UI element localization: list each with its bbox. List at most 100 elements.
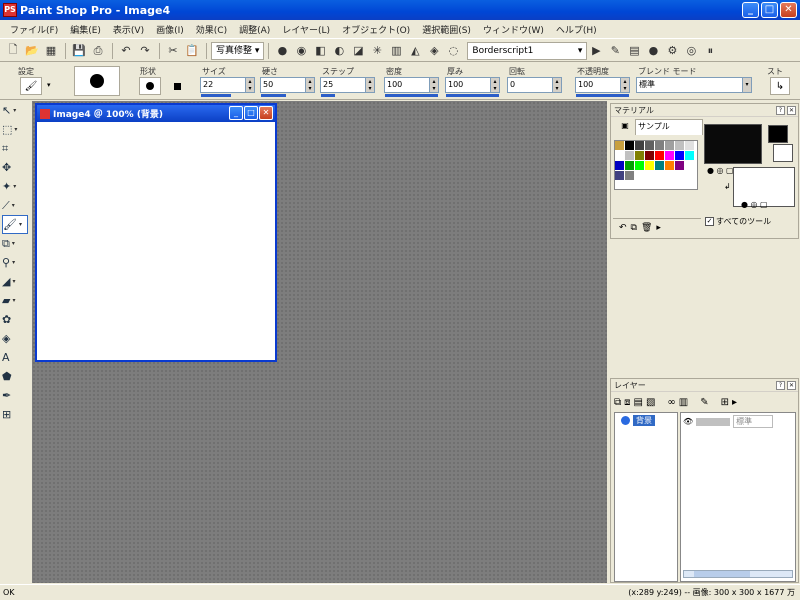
thickness-field[interactable]: 100 ▴ ▾ [445, 77, 500, 93]
tool-text[interactable]: A [2, 348, 28, 367]
print-icon[interactable]: ⎙ [89, 42, 107, 60]
color-swatch[interactable] [685, 151, 695, 161]
spin-icon[interactable]: ▴ ▾ [305, 78, 314, 92]
cut-icon[interactable]: ✂ [164, 42, 182, 60]
link-icon[interactable]: ∞ [667, 397, 675, 408]
script-mode-icon[interactable]: ▤ [625, 42, 643, 60]
open-folder-icon[interactable]: 📂 [23, 42, 41, 60]
sharpen-icon[interactable]: ✳ [368, 42, 386, 60]
horizontal-scrollbar[interactable] [683, 570, 793, 578]
color-swatch[interactable] [635, 161, 645, 171]
chevron-right-icon[interactable]: ▸ [732, 397, 737, 408]
tool-dropper[interactable]: ⟋ ▾ [2, 196, 28, 215]
color-balance-icon[interactable]: ◉ [292, 42, 310, 60]
layer-row[interactable]: 背景 [621, 415, 655, 426]
opacity-bar[interactable] [696, 417, 731, 426]
browse-icon[interactable]: ▦ [42, 42, 60, 60]
color-swatch[interactable] [625, 161, 635, 171]
menu-edit[interactable]: 編集(E) [64, 23, 107, 36]
color-swatch[interactable] [685, 141, 695, 151]
image-maximize-button[interactable]: □ [244, 106, 258, 120]
scrollbar-thumb[interactable] [694, 571, 750, 577]
redo-icon[interactable]: ↷ [136, 42, 154, 60]
color-swatch[interactable] [655, 141, 665, 151]
thickness-slider-bar[interactable] [446, 94, 499, 97]
color-swatch[interactable] [615, 141, 625, 151]
copy-icon[interactable]: ⧉ [631, 223, 637, 233]
tool-crop[interactable]: ⌗ [2, 139, 28, 158]
trash-icon[interactable]: 🗑 [641, 223, 652, 233]
color-swatch[interactable] [635, 151, 645, 161]
levels-icon[interactable]: ◭ [406, 42, 424, 60]
menu-adjust[interactable]: 調整(A) [233, 23, 276, 36]
foreground-material-icons[interactable]: ● ◎ ▢ [707, 166, 734, 175]
record-icon[interactable]: ◎ [682, 42, 700, 60]
stop-script-icon[interactable]: ● [644, 42, 662, 60]
menu-layers[interactable]: レイヤー(L) [276, 23, 336, 36]
square-shape-button[interactable] [166, 77, 188, 95]
menu-file[interactable]: ファイル(F) [4, 23, 64, 36]
brush-tip-preview[interactable] [74, 66, 120, 96]
hardness-field[interactable]: 50 ▴ ▾ [260, 77, 315, 93]
new-mask-icon[interactable]: ▧ [646, 397, 655, 408]
tool-pointer[interactable]: ↖ ▾ [2, 101, 28, 120]
image-minimize-button[interactable]: _ [229, 106, 243, 120]
density-slider-bar[interactable] [385, 94, 438, 97]
color-swatch[interactable] [635, 141, 645, 151]
menu-effects[interactable]: 効果(C) [190, 23, 233, 36]
tool-zoom[interactable]: ⚲ ▾ [2, 253, 28, 272]
hardness-slider-bar[interactable] [261, 94, 286, 97]
color-swatch[interactable] [615, 151, 625, 161]
all-tools-checkbox[interactable]: ✓ すべてのツール [705, 216, 771, 227]
tool-magic-wand[interactable]: ✦ ▾ [2, 177, 28, 196]
tool-lighten-darken[interactable]: ◢ ▾ [2, 272, 28, 291]
rotation-field[interactable]: 0 ▴ ▾ [507, 77, 562, 93]
color-swatch[interactable] [615, 161, 625, 171]
color-swatch[interactable] [645, 141, 655, 151]
tool-fill[interactable]: ◈ [2, 329, 28, 348]
tab-frame[interactable]: ▣ [615, 119, 635, 135]
color-swatch[interactable] [625, 171, 635, 181]
stroke-button[interactable]: ↳ [770, 77, 790, 95]
new-file-icon[interactable]: 🗋 [4, 42, 22, 60]
script-select[interactable]: Borderscript1 ▾ [467, 41, 588, 60]
new-art-layer-icon[interactable]: ▤ [634, 397, 643, 408]
maximize-button[interactable]: □ [761, 2, 778, 18]
new-raster-layer-icon[interactable]: ⧉ [614, 397, 621, 408]
opacity-field[interactable]: 100 ▴ ▾ [575, 77, 630, 93]
panel-help-button[interactable]: ? [776, 106, 785, 115]
chevron-right-icon[interactable]: ▸ [656, 223, 661, 233]
red-eye-icon[interactable]: ● [273, 42, 291, 60]
color-swatch[interactable] [665, 141, 675, 151]
layer-props-row[interactable]: 👁 標準 [683, 415, 774, 428]
blend-mode-cell[interactable]: 標準 [733, 415, 774, 428]
size-slider-bar[interactable] [201, 94, 231, 97]
histogram-icon[interactable]: ▥ [387, 42, 405, 60]
image-canvas[interactable] [37, 122, 275, 360]
close-button[interactable]: ✕ [780, 2, 797, 18]
spin-icon[interactable]: ▴ ▾ [490, 78, 499, 92]
tool-warp[interactable]: ⊞ [2, 405, 28, 424]
menu-image[interactable]: 画像(I) [150, 23, 190, 36]
step-slider-bar[interactable] [321, 94, 335, 97]
clarify-icon[interactable]: ◐ [330, 42, 348, 60]
color-swatch[interactable] [665, 161, 675, 171]
edit-icon[interactable]: ✎ [700, 397, 708, 408]
eye-icon[interactable]: 👁 [683, 417, 693, 426]
tool-move[interactable]: ✥ [2, 158, 28, 177]
palette-icon[interactable]: ◌ [444, 42, 462, 60]
color-swatch[interactable] [685, 161, 695, 171]
panel-close-button[interactable]: ✕ [787, 106, 796, 115]
noise-icon[interactable]: ◈ [425, 42, 443, 60]
undo-icon[interactable]: ↶ [117, 42, 135, 60]
spin-icon[interactable]: ▴ ▾ [245, 78, 254, 92]
background-style-button[interactable] [773, 144, 793, 162]
panel-help-button[interactable]: ? [776, 381, 785, 390]
spin-icon[interactable]: ▴ ▾ [620, 78, 629, 92]
foreground-swatch[interactable] [704, 124, 762, 164]
color-swatch[interactable] [675, 151, 685, 161]
tool-pen[interactable]: ✒ [2, 386, 28, 405]
size-field[interactable]: 22 ▴ ▾ [200, 77, 255, 93]
color-swatch[interactable] [645, 161, 655, 171]
blend-mode-select[interactable]: 標準 ▾ [636, 77, 752, 93]
